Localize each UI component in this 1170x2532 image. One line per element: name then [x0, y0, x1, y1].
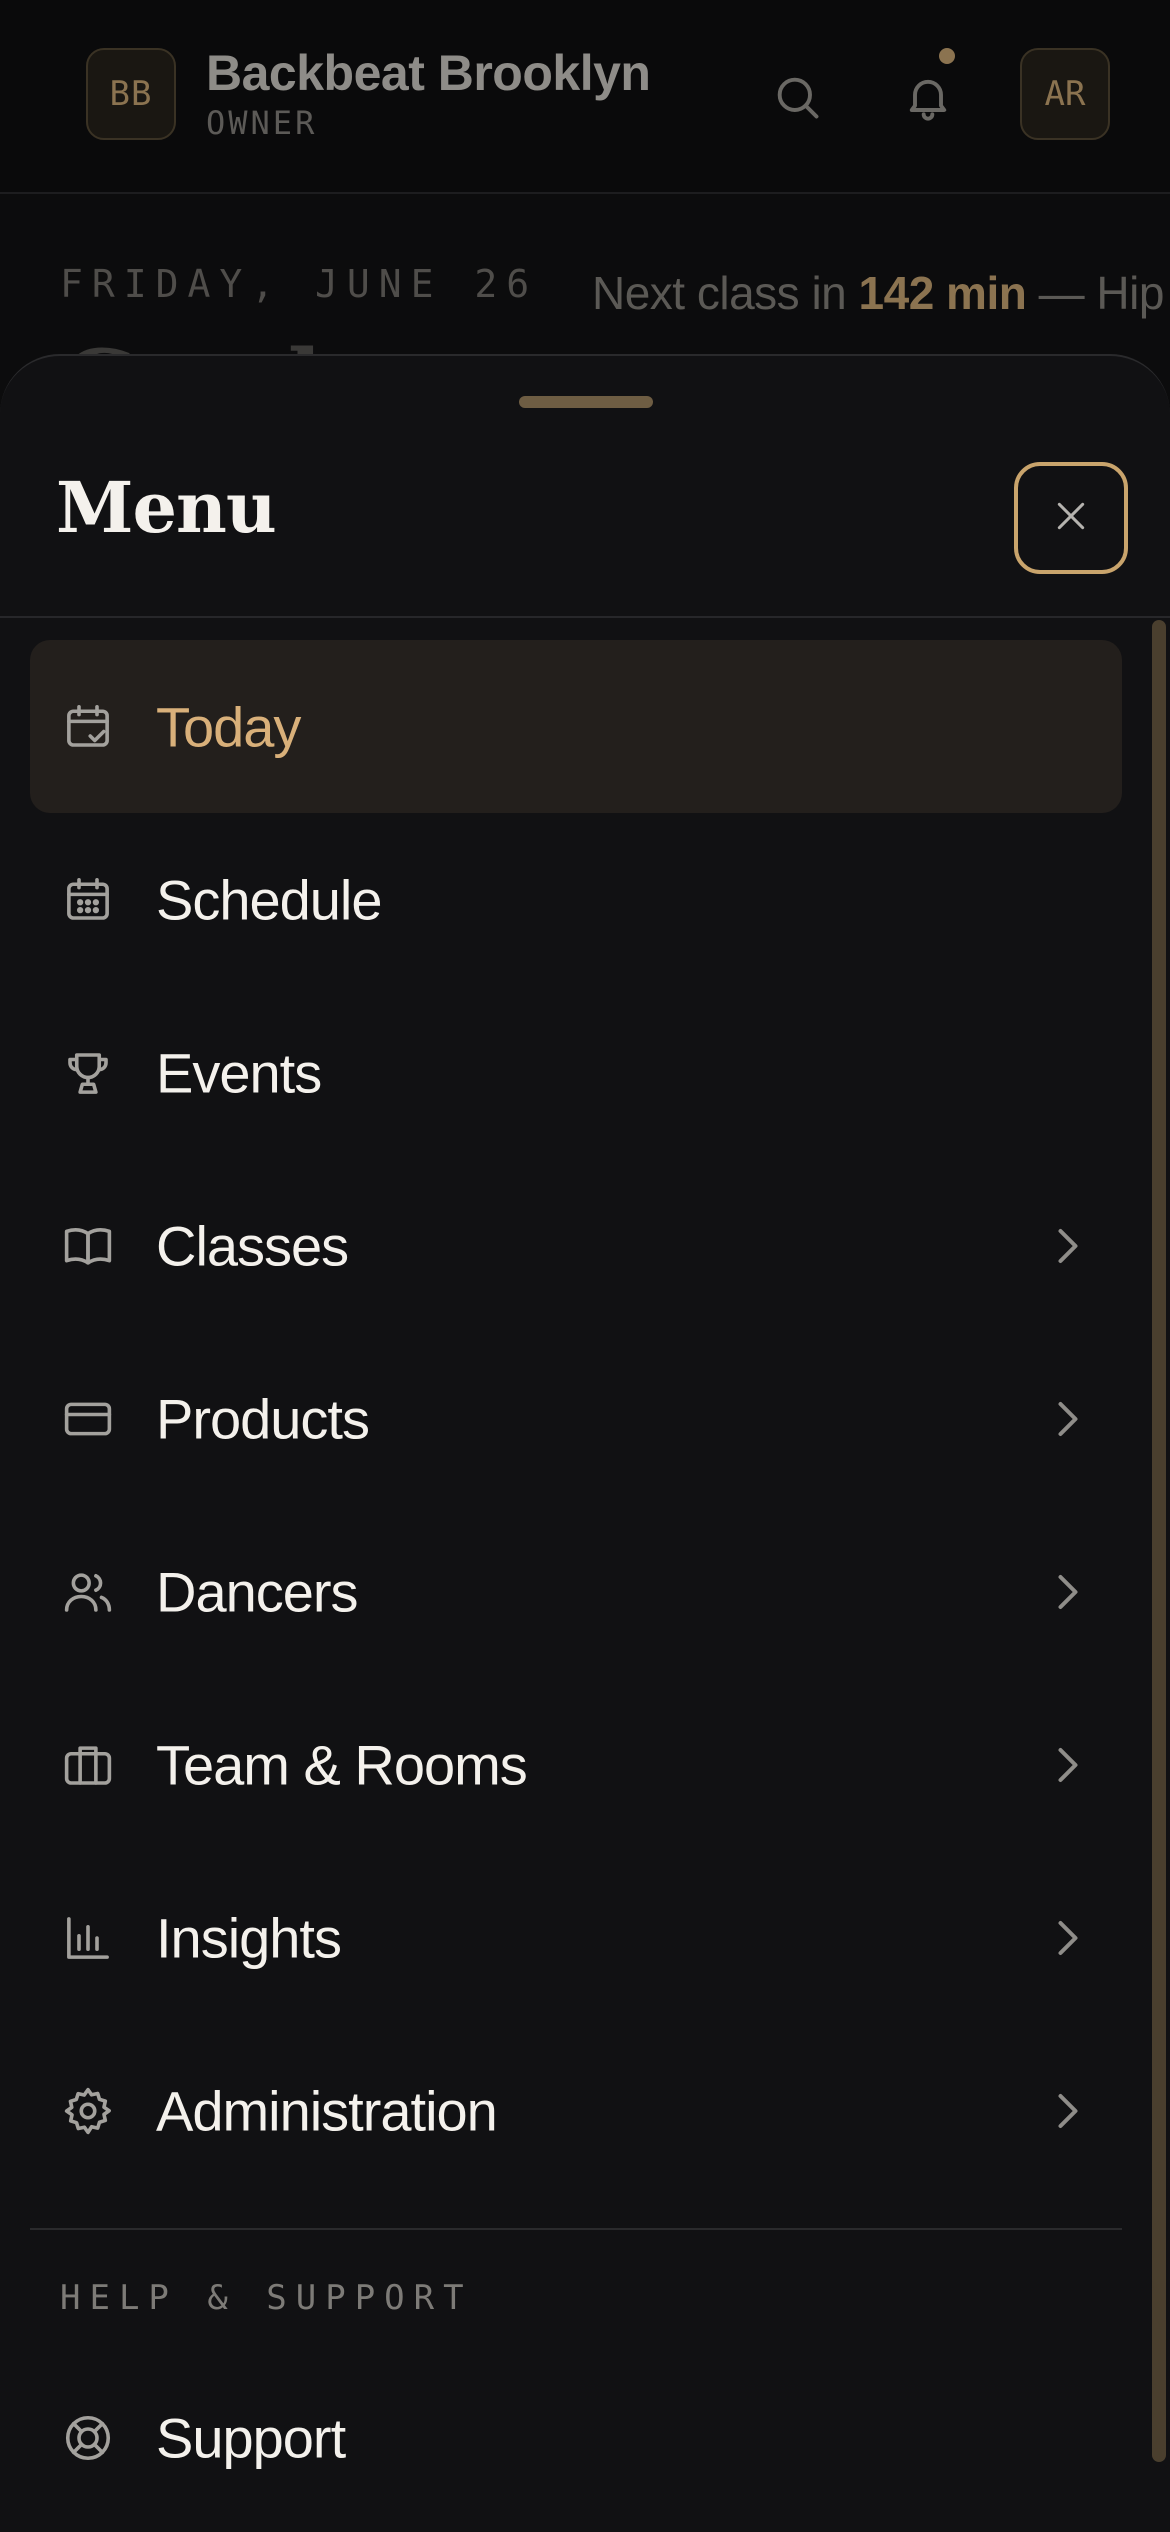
menu-item-support[interactable]: Support	[30, 2368, 1122, 2508]
menu-item-events[interactable]: Events	[30, 986, 1122, 1159]
scrollbar[interactable]	[1152, 620, 1166, 2462]
menu-item-label: Support	[156, 2406, 346, 2470]
menu-item-insights[interactable]: Insights	[30, 1851, 1122, 2024]
menu-item-dancers[interactable]: Dancers	[30, 1505, 1122, 1678]
menu-item-today[interactable]: Today	[30, 640, 1122, 813]
book-icon	[60, 1218, 116, 1274]
sheet-header-divider	[0, 616, 1170, 618]
user-avatar[interactable]: AR	[1020, 48, 1110, 140]
sheet-grabber[interactable]	[519, 396, 653, 408]
menu-item-label: Classes	[156, 1214, 349, 1277]
bar-chart-icon	[60, 1910, 116, 1966]
chevron-right-icon	[1048, 1568, 1088, 1616]
menu-item-label: Schedule	[156, 868, 383, 931]
studio-name: Backbeat Brooklyn	[206, 45, 651, 101]
menu-item-label: Products	[156, 1387, 370, 1450]
top-bar: BB Backbeat Brooklyn OWNER AR	[0, 0, 1170, 194]
lifebuoy-icon	[60, 2410, 116, 2466]
menu-item-products[interactable]: Products	[30, 1332, 1122, 1505]
notification-dot	[939, 48, 955, 64]
search-icon[interactable]	[762, 62, 832, 132]
menu-sheet: Menu Today Schedule Events Classes Produ…	[0, 354, 1170, 2532]
menu-item-classes[interactable]: Classes	[30, 1159, 1122, 1332]
current-date: FRIDAY, JUNE 26	[60, 262, 539, 306]
menu-item-label: Insights	[156, 1906, 342, 1969]
next-class-suffix: — Hip H	[1038, 267, 1170, 319]
next-class-prefix: Next class in	[592, 267, 859, 319]
studio-logo[interactable]: BB	[86, 48, 176, 140]
menu-item-label: Team & Rooms	[156, 1733, 528, 1796]
gear-icon	[60, 2083, 116, 2139]
next-class-banner: Next class in 142 min — Hip H	[592, 266, 1170, 320]
trophy-icon	[60, 1045, 116, 1101]
calendar-grid-icon	[60, 872, 116, 928]
chevron-right-icon	[1048, 2087, 1088, 2135]
menu-item-administration[interactable]: Administration	[30, 2024, 1122, 2197]
menu-item-schedule[interactable]: Schedule	[30, 813, 1122, 986]
section-divider	[30, 2228, 1122, 2230]
next-class-time: 142 min	[858, 267, 1027, 319]
users-icon	[60, 1564, 116, 1620]
bell-icon[interactable]	[893, 62, 963, 132]
briefcase-icon	[60, 1737, 116, 1793]
credit-card-icon	[60, 1391, 116, 1447]
chevron-right-icon	[1048, 1222, 1088, 1270]
menu-title: Menu	[56, 466, 277, 549]
chevron-right-icon	[1048, 1741, 1088, 1789]
menu-item-team-rooms[interactable]: Team & Rooms	[30, 1678, 1122, 1851]
chevron-right-icon	[1048, 1395, 1088, 1443]
user-role: OWNER	[206, 104, 318, 142]
menu-item-label: Events	[156, 1041, 322, 1104]
close-icon	[1051, 496, 1091, 541]
menu-list: Today Schedule Events Classes Products D…	[30, 640, 1122, 2197]
menu-item-label: Today	[156, 695, 301, 758]
calendar-check-icon	[60, 699, 116, 755]
menu-item-label: Administration	[156, 2079, 498, 2142]
menu-item-label: Dancers	[156, 1560, 359, 1623]
help-support-heading: HELP & SUPPORT	[60, 2278, 473, 2318]
chevron-right-icon	[1048, 1914, 1088, 1962]
close-button[interactable]	[1014, 462, 1128, 574]
